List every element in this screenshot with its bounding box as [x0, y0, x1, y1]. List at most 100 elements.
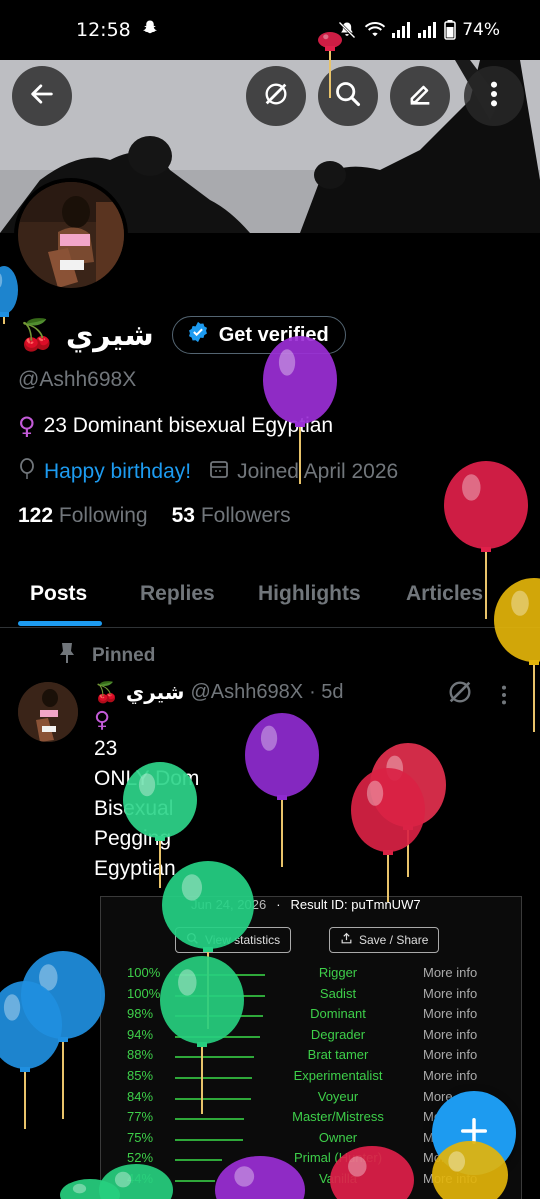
result-bar [175, 1056, 254, 1059]
pinned-label: Pinned [58, 642, 155, 670]
tab-replies[interactable]: Replies [140, 582, 215, 606]
result-percent: 75% [127, 1129, 154, 1145]
battery-percent: 74% [462, 20, 500, 40]
result-label[interactable]: Degrader [261, 1027, 415, 1042]
follow-counts: 122 Following 53 Followers [18, 504, 528, 528]
result-bar [175, 1035, 260, 1038]
back-button[interactable] [12, 66, 72, 126]
result-label[interactable]: Brat tamer [261, 1047, 415, 1062]
result-row: 44% Vanilla More info [101, 1171, 521, 1191]
post-cherry-emoji: 🍒 [94, 680, 119, 704]
more-info-link[interactable]: More info [423, 965, 477, 980]
plus-icon [459, 1116, 489, 1151]
display-name: 🍒 شيري [18, 318, 154, 353]
result-label[interactable]: Vanilla [261, 1171, 415, 1186]
result-separator: · [276, 897, 281, 912]
result-bar [175, 1118, 244, 1121]
result-label[interactable]: Master/Mistress [261, 1109, 415, 1124]
result-label[interactable]: Experimentalist [261, 1068, 415, 1083]
edit-icon [406, 80, 434, 113]
result-label[interactable]: Rigger [261, 965, 415, 980]
save-share-button[interactable]: Save / Share [329, 927, 440, 953]
following-count: 122 [18, 504, 54, 527]
post-line: Bisexual [94, 797, 174, 820]
result-bar [175, 1015, 263, 1018]
calendar-icon [209, 459, 229, 485]
get-verified-button[interactable]: Get verified [171, 316, 346, 354]
post-line: Egyptian [94, 857, 176, 880]
more-vertical-icon [489, 80, 499, 113]
result-percent: 98% [127, 1006, 154, 1022]
post-author-text: شيري [125, 680, 185, 704]
status-time: 12:58 [76, 19, 131, 41]
balloon-icon [18, 458, 36, 486]
active-tab-indicator [18, 621, 102, 626]
post-more-icon[interactable] [500, 684, 508, 711]
more-info-link[interactable]: More info [423, 1027, 477, 1042]
post-grok-icon[interactable] [446, 678, 474, 711]
result-label[interactable]: Primal (Hunter) [261, 1150, 415, 1165]
result-id: Result ID: puTmnUW7 [290, 897, 421, 912]
pinned-text: Pinned [92, 645, 156, 666]
grok-icon [262, 80, 290, 113]
bio-text: 23 Dominant bisexual Egyptian [43, 414, 334, 437]
post-line: ♀ [94, 708, 111, 733]
more-info-link[interactable]: More info [423, 1047, 477, 1062]
grok-button[interactable] [246, 66, 306, 126]
more-info-link[interactable]: More info [423, 986, 477, 1001]
post-text: ♀ 23 ONLY Dom Bisexual Pegging Egyptian [94, 708, 199, 884]
more-info-link[interactable]: More info [423, 1006, 477, 1021]
result-percent: 100% [127, 965, 161, 980]
post-line: ONLY Dom [94, 767, 200, 790]
result-label[interactable]: Dominant [261, 1006, 415, 1021]
result-percent: 52% [127, 1150, 154, 1166]
profile-bio: ♀ 23 Dominant bisexual Egyptian [18, 412, 528, 440]
profile-meta: Happy birthday! Joined April 2026 [18, 458, 528, 486]
more-button[interactable] [464, 66, 524, 126]
result-percent: 100% [127, 985, 161, 1001]
compose-button[interactable] [432, 1091, 516, 1175]
post-author-name[interactable]: 🍒 شيري [94, 680, 184, 704]
result-bar [175, 1138, 243, 1141]
tab-posts[interactable]: Posts [30, 582, 87, 606]
pin-icon [58, 642, 76, 670]
balloon [370, 743, 446, 877]
result-row: 98% Dominant More info [101, 1006, 521, 1026]
post-avatar[interactable] [18, 682, 78, 742]
signal-icon [392, 22, 412, 38]
birthday-link[interactable]: Happy birthday! [44, 460, 191, 484]
status-bar: 12:58 74% [0, 0, 540, 60]
view-statistics-button[interactable]: View statistics [175, 927, 292, 953]
joined-date: Joined April 2026 [237, 460, 399, 483]
followers-link[interactable]: 53 Followers [172, 504, 291, 528]
balloon [21, 951, 105, 1119]
result-label[interactable]: Sadist [261, 986, 415, 1001]
followers-count: 53 [171, 504, 195, 527]
get-verified-label: Get verified [218, 323, 329, 346]
tab-highlights[interactable]: Highlights [258, 582, 361, 606]
female-symbol: ♀ [18, 412, 36, 440]
display-name-text: شيري [65, 317, 154, 353]
post-header: 🍒 شيري @Ashh698X · 5d [94, 680, 344, 704]
profile-avatar[interactable] [14, 178, 128, 292]
mute-icon [336, 20, 358, 40]
following-link[interactable]: 122 Following [18, 504, 148, 528]
result-bar [175, 1097, 251, 1100]
result-row: 85% Experimentalist More info [101, 1068, 521, 1088]
result-percent: 94% [127, 1026, 154, 1042]
result-label[interactable]: Owner [261, 1130, 415, 1145]
result-bar [175, 1077, 252, 1079]
following-label: Following [58, 504, 148, 527]
post-author-handle: @Ashh698X [190, 680, 304, 703]
profile-info: 🍒 شيري Get verified @Ashh698X ♀ 23 Domin… [18, 312, 528, 528]
edit-button[interactable] [390, 66, 450, 126]
tab-articles[interactable]: Articles [406, 582, 483, 606]
result-label[interactable]: Voyeur [261, 1089, 415, 1104]
search-button[interactable] [318, 66, 378, 126]
search-icon [334, 80, 362, 113]
more-info-link[interactable]: More info [423, 1068, 477, 1083]
wifi-icon [364, 21, 386, 39]
result-percent: 88% [127, 1047, 154, 1063]
result-row: 94% Degrader More info [101, 1027, 521, 1047]
share-icon [340, 932, 353, 948]
